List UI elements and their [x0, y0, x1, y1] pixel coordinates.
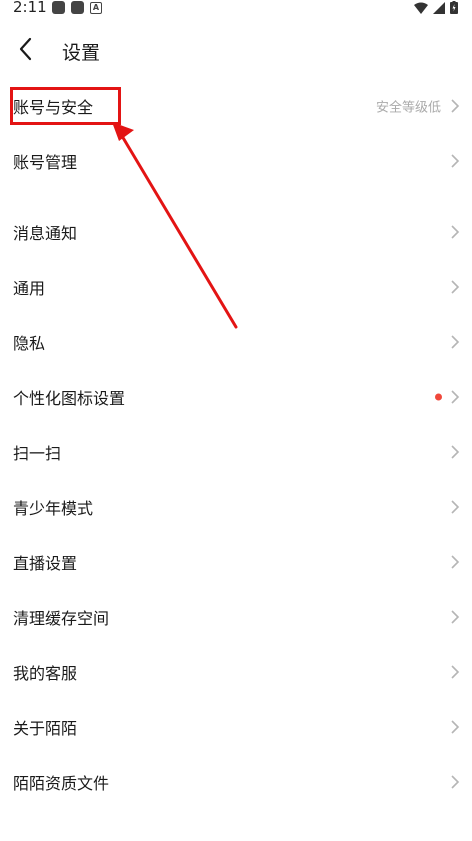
- chevron-right-icon: [451, 224, 460, 239]
- settings-item-label: 扫一扫: [13, 443, 62, 463]
- settings-item-live-settings[interactable]: 直播设置: [0, 534, 472, 589]
- settings-item-label: 个性化图标设置: [13, 388, 126, 408]
- header: 设置: [0, 28, 472, 72]
- security-level-hint: 安全等级低: [375, 100, 441, 115]
- system-icons: [414, 1, 458, 14]
- settings-item-label: 关于陌陌: [13, 718, 78, 738]
- wifi-icon: [414, 2, 428, 14]
- settings-item-scan[interactable]: 扫一扫: [0, 424, 472, 479]
- notification-icons: A: [52, 1, 102, 14]
- chevron-right-icon: [451, 279, 460, 294]
- chevron-right-icon: [451, 334, 460, 349]
- chevron-right-icon: [451, 609, 460, 624]
- settings-item-youth-mode[interactable]: 青少年模式: [0, 479, 472, 534]
- page-title: 设置: [62, 42, 101, 64]
- settings-item-privacy[interactable]: 隐私: [0, 314, 472, 369]
- back-arrow-icon[interactable]: [16, 36, 38, 62]
- settings-item-about[interactable]: 关于陌陌: [0, 699, 472, 754]
- chevron-right-icon: [451, 444, 460, 459]
- settings-item-label: 陌陌资质文件: [13, 773, 110, 793]
- notification-icon: [52, 1, 65, 14]
- settings-item-general[interactable]: 通用: [0, 259, 472, 314]
- settings-item-qualification-docs[interactable]: 陌陌资质文件: [0, 754, 472, 809]
- chevron-right-icon: [451, 554, 460, 569]
- chevron-right-icon: [451, 664, 460, 679]
- notification-icon: [71, 1, 84, 14]
- chevron-right-icon: [451, 98, 460, 113]
- chevron-right-icon: [451, 499, 460, 514]
- settings-item-label: 隐私: [13, 333, 46, 353]
- settings-item-label: 通用: [13, 278, 46, 298]
- settings-item-label: 直播设置: [13, 553, 78, 573]
- red-dot-badge: [435, 393, 442, 400]
- settings-item-label: 我的客服: [13, 663, 78, 683]
- status-time: 2:11: [13, 0, 47, 16]
- settings-item-notifications[interactable]: 消息通知: [0, 204, 472, 259]
- settings-item-label: 青少年模式: [13, 498, 94, 518]
- settings-item-account-management[interactable]: 账号管理: [0, 133, 472, 188]
- settings-item-customer-service[interactable]: 我的客服: [0, 644, 472, 699]
- settings-item-personalized-icon[interactable]: 个性化图标设置: [0, 369, 472, 424]
- battery-icon: [450, 1, 458, 14]
- a-notification-icon: A: [90, 1, 102, 14]
- chevron-right-icon: [451, 774, 460, 789]
- settings-item-label: 消息通知: [13, 223, 78, 243]
- settings-item-label: 账号管理: [13, 152, 78, 172]
- chevron-right-icon: [451, 153, 460, 168]
- chevron-right-icon: [451, 389, 460, 404]
- annotation-highlight-box: [10, 87, 121, 125]
- chevron-right-icon: [451, 719, 460, 734]
- status-bar: 2:11 A: [0, 0, 472, 20]
- settings-item-label: 清理缓存空间: [13, 608, 110, 628]
- settings-item-clear-cache[interactable]: 清理缓存空间: [0, 589, 472, 644]
- signal-icon: [433, 1, 445, 14]
